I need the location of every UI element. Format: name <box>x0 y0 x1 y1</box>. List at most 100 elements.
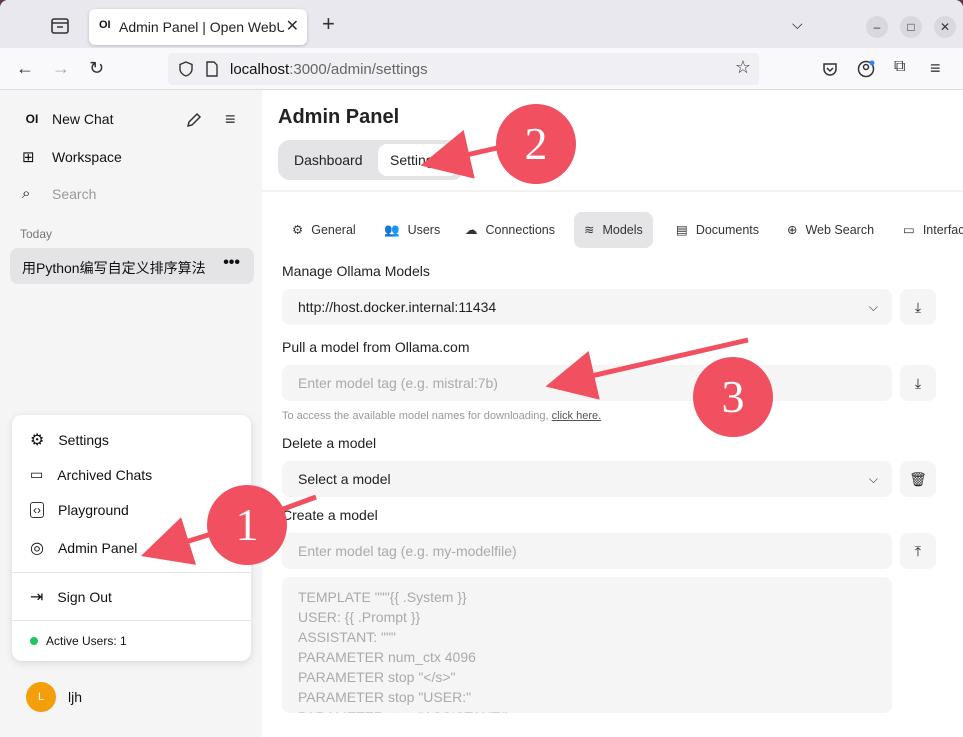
pull-model-input[interactable]: Enter model tag (e.g. mistral:7b) <box>282 365 892 401</box>
active-users: Active Users: 1 <box>30 634 127 648</box>
tab-overflow-chevron-icon[interactable]: ⌵ <box>792 16 803 33</box>
avatar: L <box>26 682 56 712</box>
tab-close-icon[interactable]: ✕ <box>286 16 299 36</box>
new-tab-icon[interactable]: + <box>322 13 335 35</box>
database-icon: ≋ <box>584 223 595 237</box>
menu-item-label: Settings <box>58 432 109 448</box>
browser-tab[interactable]: OI Admin Panel | Open WebUI ✕ <box>89 9 307 45</box>
search-input[interactable]: Search <box>52 186 96 202</box>
delete-model-button[interactable]: 🗑 <box>900 461 936 497</box>
shield-icon[interactable] <box>178 61 194 77</box>
tab-list-icon[interactable] <box>50 16 72 36</box>
user-circle-icon: ◎ <box>30 540 44 557</box>
chevron-down-icon: ⌵ <box>868 300 878 314</box>
annotation-2: 2 <box>496 104 576 184</box>
new-chat-label: New Chat <box>52 111 114 127</box>
browser-window: OI Admin Panel | Open WebUI ✕ + ⌵ – □ ✕ … <box>0 0 963 737</box>
user-profile[interactable]: L ljh <box>26 682 82 712</box>
tab-users[interactable]: 👥 Users <box>374 212 450 248</box>
tab-label: Models <box>602 223 643 237</box>
click-here-link[interactable]: click here. <box>552 410 602 422</box>
create-model-input[interactable]: Enter model tag (e.g. my-modelfile) <box>282 533 892 569</box>
tab-dashboard[interactable]: Dashboard <box>282 144 375 176</box>
account-icon[interactable] <box>857 60 875 78</box>
divider <box>262 190 963 192</box>
url-bar[interactable]: localhost:3000/admin/settings ☆ <box>168 53 759 85</box>
modelfile-textarea[interactable]: TEMPLATE """{{ .System }} USER: {{ .Prom… <box>282 577 892 713</box>
gear-icon: ⚙ <box>292 223 304 237</box>
settings-tabs: ⚙ General 👥 Users ☁ Connections ≋ Models ▤ Do… <box>280 212 963 248</box>
url-host: localhost <box>230 61 290 78</box>
hint-text: To access the available model names for … <box>282 410 552 422</box>
menu-item-playground[interactable]: ‹› Playground <box>30 502 129 518</box>
menu-item-sign-out[interactable]: ⇥ Sign Out <box>30 587 112 607</box>
code-icon: ‹› <box>30 502 44 518</box>
update-models-button[interactable]: ⤓ <box>900 289 936 325</box>
pull-model-label: Pull a model from Ollama.com <box>282 339 470 355</box>
extensions-icon[interactable]: ⧉ <box>894 58 905 76</box>
tab-models[interactable]: ≋ Models <box>574 212 653 248</box>
tab-interface[interactable]: ▭ Interface <box>893 212 963 248</box>
users-icon: 👥 <box>384 223 400 237</box>
forward-icon[interactable]: → <box>52 58 70 79</box>
workspace-icon: ⊞ <box>22 149 35 166</box>
sidebar-toggle-icon[interactable]: ≡ <box>225 109 236 130</box>
status-dot <box>30 637 38 645</box>
menu-item-label: Playground <box>58 502 129 518</box>
tab-connections[interactable]: ☁ Connections <box>455 212 565 248</box>
menu-item-settings[interactable]: ⚙ Settings <box>30 430 109 450</box>
bookmark-star-icon[interactable]: ☆ <box>735 57 751 78</box>
reload-icon[interactable]: ↻ <box>89 58 104 79</box>
menu-item-admin-panel[interactable]: ◎ Admin Panel <box>30 538 137 558</box>
document-icon: ▤ <box>676 223 688 237</box>
tab-label: Interface <box>922 223 963 237</box>
tab-general[interactable]: ⚙ General <box>282 212 366 248</box>
menu-divider <box>12 572 251 573</box>
edit-icon[interactable] <box>185 111 203 129</box>
tab-label: Connections <box>485 223 556 237</box>
navigation-bar: ← → ↻ localhost:3000/admin/settings ☆ ⧉ … <box>0 48 963 90</box>
delete-select-value: Select a model <box>298 471 391 487</box>
search-icon: ⌕ <box>22 185 31 202</box>
chat-title: 用Python编写自定义排序算法 <box>22 260 206 276</box>
maximize-icon[interactable]: □ <box>900 16 922 38</box>
menu-hamburger-icon[interactable]: ≡ <box>930 58 941 79</box>
page-title: Admin Panel <box>278 106 400 128</box>
sidebar: OI New Chat ≡ ⊞ Workspace ⌕ Search Today… <box>0 90 262 737</box>
page-icon <box>206 61 218 77</box>
page-content: OI New Chat ≡ ⊞ Workspace ⌕ Search Today… <box>0 90 963 737</box>
manage-models-label: Manage Ollama Models <box>282 263 430 279</box>
globe-icon: ⊕ <box>787 223 798 237</box>
tab-documents[interactable]: ▤ Documents <box>666 212 769 248</box>
active-users-label: Active Users: 1 <box>46 634 127 648</box>
tab-web-search[interactable]: ⊕ Web Search <box>777 212 884 248</box>
new-chat-button[interactable]: OI New Chat <box>22 109 114 129</box>
ollama-url-select[interactable]: http://host.docker.internal:11434 ⌵ <box>282 289 892 325</box>
minimize-icon[interactable]: – <box>866 16 888 38</box>
chat-list-item[interactable]: 用Python编写自定义排序算法 ••• <box>10 248 254 284</box>
close-window-icon[interactable]: ✕ <box>934 16 956 38</box>
chat-more-icon[interactable]: ••• <box>223 254 240 272</box>
sidebar-search[interactable]: ⌕ Search <box>22 185 96 202</box>
create-model-label: Create a model <box>282 507 378 523</box>
pull-model-button[interactable]: ⤓ <box>900 365 936 401</box>
tab-label: General <box>311 223 356 237</box>
tab-label: Web Search <box>805 223 875 237</box>
tab-label: Users <box>407 223 441 237</box>
menu-item-label: Archived Chats <box>57 466 153 483</box>
chevron-down-icon: ⌵ <box>868 472 878 486</box>
upload-model-button[interactable]: ⤒ <box>900 533 936 569</box>
download-icon: ⤓ <box>914 375 922 391</box>
section-today: Today <box>20 227 53 241</box>
annotation-3: 3 <box>693 357 773 437</box>
menu-item-label: Sign Out <box>57 589 112 605</box>
pocket-icon[interactable] <box>822 61 838 77</box>
url-path: :3000/admin/settings <box>289 61 428 78</box>
delete-model-label: Delete a model <box>282 435 377 451</box>
workspace-link[interactable]: ⊞ Workspace <box>22 148 122 166</box>
delete-model-select[interactable]: Select a model ⌵ <box>282 461 892 497</box>
tab-settings[interactable]: Settings <box>378 144 458 176</box>
url-text[interactable]: localhost:3000/admin/settings <box>230 61 428 78</box>
menu-item-archived-chats[interactable]: ▭ Archived Chats <box>30 466 152 483</box>
back-icon[interactable]: ← <box>16 58 34 79</box>
